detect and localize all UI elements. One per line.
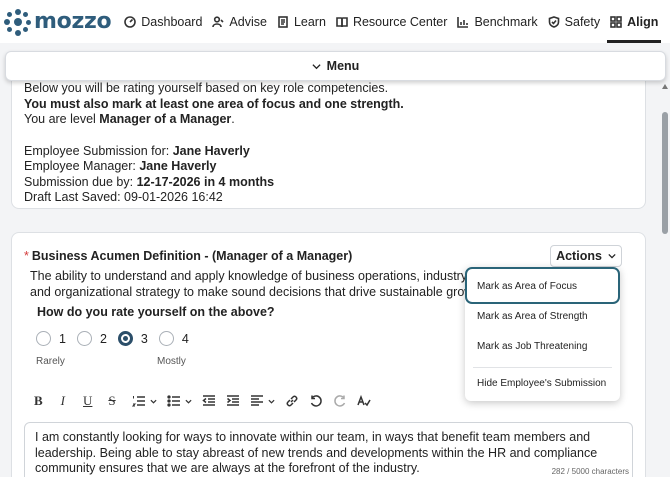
indent-icon: [226, 395, 239, 406]
logo-text: mozzo: [34, 9, 112, 34]
nav-item-learn[interactable]: Learn: [272, 0, 331, 43]
bold-button[interactable]: B: [34, 393, 43, 409]
strikethrough-button[interactable]: S: [108, 393, 115, 409]
top-nav: mozzo Dashboard Advise Learn Resource Ce…: [0, 0, 670, 43]
italic-button[interactable]: I: [61, 393, 65, 409]
actions-dropdown-menu: Mark as Area of Focus Mark as Area of St…: [465, 267, 620, 401]
link-button[interactable]: [285, 393, 299, 409]
clear-format-icon: [356, 394, 371, 407]
character-count: 282 / 5000 characters: [551, 466, 629, 476]
required-marker: *: [24, 249, 29, 263]
manager-line: Employee Manager: Jane Haverly: [24, 159, 217, 173]
rating-radio-group: 1 2 3 4: [36, 331, 200, 346]
intro-cut-line: Below you will be rating yourself based …: [24, 81, 389, 95]
menu-item-mark-area-of-strength[interactable]: Mark as Area of Strength: [477, 311, 588, 322]
competency-description: The ability to understand and apply know…: [30, 269, 470, 299]
nav-item-label: Resource Center: [352, 14, 448, 29]
logo-mark-icon: [4, 8, 32, 36]
radio-button[interactable]: [76, 331, 92, 346]
chevron-down-icon: [268, 399, 275, 404]
numbered-list-button[interactable]: [131, 393, 157, 409]
rating-option-4[interactable]: 4: [158, 331, 189, 346]
rating-option-2[interactable]: 2: [76, 331, 107, 346]
outdent-icon: [201, 395, 215, 406]
nav-item-advise[interactable]: Advise: [207, 0, 272, 43]
level-line: You are level Manager of a Manager.: [24, 112, 235, 126]
learn-icon: [278, 15, 288, 28]
nav-item-benchmark[interactable]: Benchmark: [452, 0, 542, 43]
align-left-icon: [250, 395, 263, 406]
actions-label: Actions: [556, 249, 602, 263]
radio-button[interactable]: [158, 331, 174, 346]
response-text: I am constantly looking for ways to inno…: [35, 430, 598, 475]
radio-button-selected[interactable]: [117, 331, 133, 346]
scale-high-label: Mostly: [157, 356, 186, 367]
more-menu-icon[interactable]: ···: [663, 0, 670, 43]
nav-item-label: Align: [627, 14, 659, 29]
nav-items: Dashboard Advise Learn Resource Center B…: [119, 0, 670, 43]
menu-item-hide-employee-submission[interactable]: Hide Employee's Submission: [477, 378, 606, 389]
nav-item-label: Benchmark: [474, 14, 538, 29]
book-icon: [336, 16, 348, 27]
underline-button[interactable]: U: [83, 393, 92, 409]
menu-label: Menu: [326, 59, 360, 73]
mozzo-logo[interactable]: mozzo: [4, 8, 112, 36]
redo-button[interactable]: [333, 393, 347, 409]
dashboard-icon: [124, 15, 137, 28]
rating-option-1[interactable]: 1: [36, 331, 66, 346]
menu-toggle-button[interactable]: Menu: [5, 51, 666, 81]
rate-question: How do you rate yourself on the above?: [37, 305, 275, 319]
scrollbar-thumb[interactable]: [662, 112, 668, 234]
nav-item-label: Advise: [229, 14, 267, 29]
nav-item-resource-center[interactable]: Resource Center: [331, 0, 453, 43]
redo-icon: [333, 395, 345, 407]
due-date-line: Submission due by: 12-17-2026 in 4 month…: [24, 174, 275, 189]
chevron-down-icon: [608, 253, 616, 259]
nav-item-dashboard[interactable]: Dashboard: [119, 0, 207, 43]
draft-saved-line: Draft Last Saved: 09-01-2026 16:42: [24, 190, 223, 204]
editor-toolbar: B I U S: [34, 393, 381, 409]
clear-format-button[interactable]: [356, 393, 371, 409]
nav-item-label: Learn: [293, 14, 326, 29]
actions-button[interactable]: Actions: [550, 245, 622, 267]
align-button[interactable]: [250, 393, 275, 409]
link-icon: [286, 395, 298, 407]
chevron-down-icon: [150, 399, 157, 404]
menu-item-mark-area-of-focus[interactable]: Mark as Area of Focus: [477, 281, 577, 292]
scale-low-label: Rarely: [36, 356, 65, 367]
bullet-list-button[interactable]: [166, 393, 192, 409]
nav-item-label: Safety: [564, 14, 601, 29]
nav-item-align[interactable]: Align: [605, 0, 663, 43]
outdent-button[interactable]: [201, 393, 216, 409]
rating-option-3[interactable]: 3: [117, 331, 148, 346]
intro-card: Below you will be rating yourself based …: [11, 66, 646, 209]
menu-item-mark-job-threatening[interactable]: Mark as Job Threatening: [477, 341, 587, 352]
scroll-up-arrow-icon[interactable]: [662, 84, 668, 89]
numbered-list-icon: [131, 396, 145, 407]
shield-icon: [548, 15, 559, 28]
menu-divider: [473, 367, 612, 368]
nav-item-safety[interactable]: Safety: [543, 0, 605, 43]
must-mark-instruction: You must also mark at least one area of …: [24, 96, 404, 111]
competency-title: * Business Acumen Definition - (Manager o…: [24, 249, 353, 263]
submission-for-line: Employee Submission for: Jane Haverly: [24, 143, 250, 158]
chevron-down-icon: [185, 399, 192, 404]
undo-icon: [310, 395, 322, 407]
advise-icon: [212, 15, 224, 27]
bullet-list-icon: [166, 395, 180, 407]
radio-button[interactable]: [36, 331, 51, 346]
nav-item-label: Dashboard: [141, 14, 203, 29]
grid-icon: [610, 15, 622, 28]
indent-button[interactable]: [226, 393, 240, 409]
undo-button[interactable]: [309, 393, 323, 409]
chevron-down-icon: [312, 63, 321, 69]
response-editor[interactable]: I am constantly looking for ways to inno…: [24, 422, 633, 477]
bar-chart-icon: [457, 16, 469, 28]
